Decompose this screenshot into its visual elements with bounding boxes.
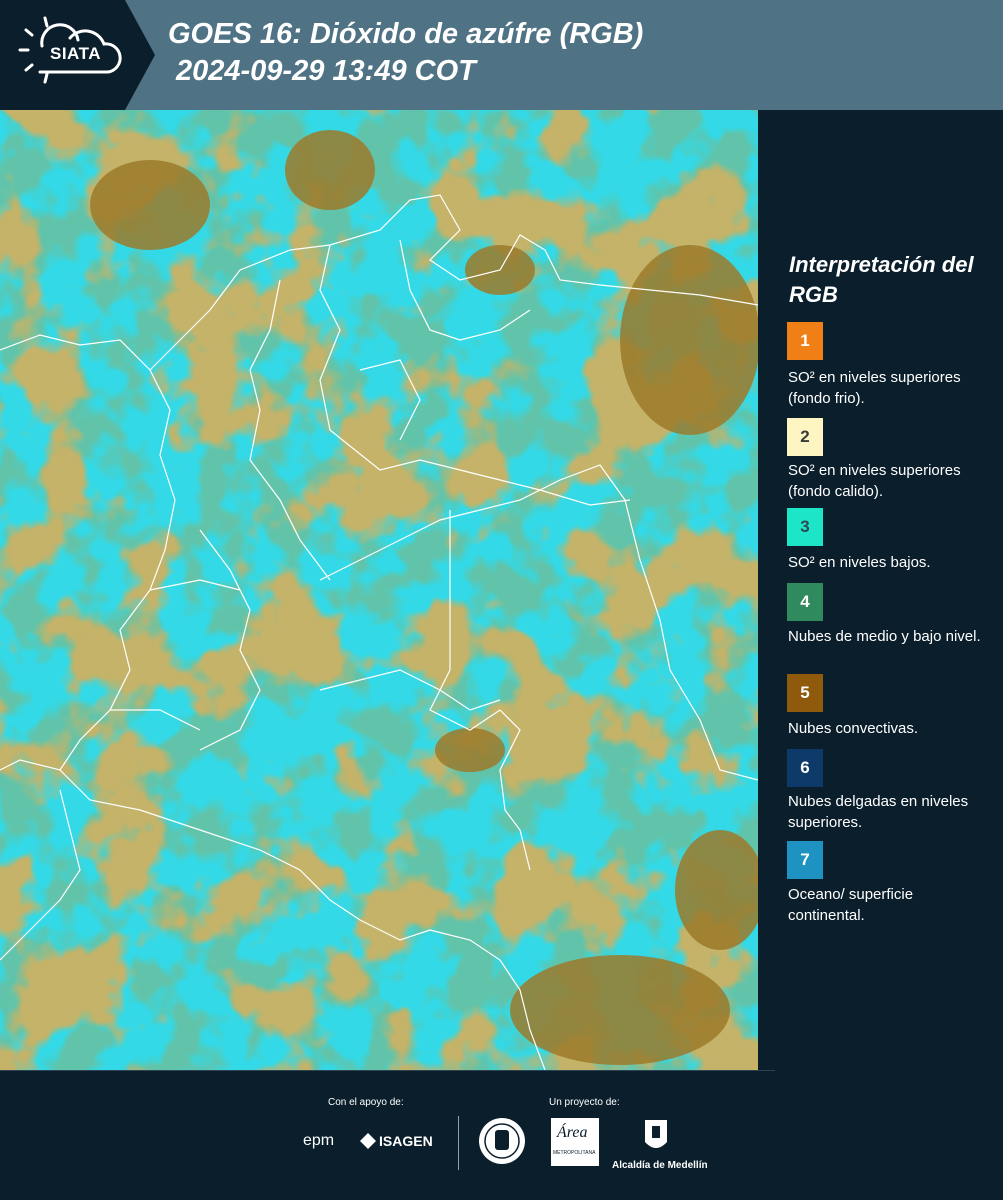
footer-divider <box>0 1070 775 1071</box>
legend-swatch-5: 5 <box>787 674 823 712</box>
legend-label-3: SO² en niveles bajos. <box>788 554 931 571</box>
legend-swatch-7: 7 <box>787 841 823 879</box>
legend-number: 2 <box>800 427 810 446</box>
alcaldia-label: Alcaldía de Medellín <box>612 1160 708 1171</box>
legend-label-6: Nubes delgadas en niveles superiores. <box>788 793 969 831</box>
alcaldia-shield-icon <box>643 1116 669 1156</box>
legend-swatch-6: 6 <box>787 749 823 787</box>
title-line-2: 2024-09-29 13:49 COT <box>176 55 476 87</box>
header-bar: SIATA GOES 16: Dióxido de azúfre (RGB) 2… <box>0 0 1003 110</box>
siata-logo: SIATA <box>0 0 155 110</box>
legend-title: Interpretación del RGB <box>789 252 974 307</box>
isagen-mark-icon <box>360 1133 376 1149</box>
support-label: Con el apoyo de: <box>328 1097 404 1108</box>
legend-number: 3 <box>800 517 810 536</box>
project-label: Un proyecto de: <box>549 1097 620 1108</box>
legend-swatch-4: 4 <box>787 583 823 621</box>
footer-separator <box>458 1116 459 1170</box>
legend-swatch-3: 3 <box>787 508 823 546</box>
area-logo-sub: METROPOLITANA <box>553 1150 596 1156</box>
legend-label-5: Nubes convectivas. <box>788 720 919 737</box>
legend-label-4: Nubes de medio y bajo nivel. <box>788 628 981 645</box>
legend-swatch-2: 2 <box>787 418 823 456</box>
satellite-map <box>0 110 758 1070</box>
area-logo-text: Área <box>557 1124 588 1141</box>
epm-logo: epm <box>303 1132 335 1149</box>
isagen-logo: ISAGEN <box>379 1133 433 1149</box>
legend-number: 6 <box>800 758 810 777</box>
legend-swatch-1: 1 <box>787 322 823 360</box>
legend-number: 7 <box>800 850 810 869</box>
legend-label-7: Oceano/ superficie continental. <box>788 886 914 924</box>
legend-label-1: SO² en niveles superiores (fondo frio). <box>788 369 961 407</box>
area-metropolitana-logo: Área METROPOLITANA <box>551 1118 599 1166</box>
legend-panel: Interpretación del RGB 1 SO² en niveles … <box>758 110 1003 1070</box>
footer: Con el apoyo de: Un proyecto de: epm ISA… <box>0 1070 1003 1200</box>
legend-number: 4 <box>800 592 810 611</box>
legend-number: 5 <box>800 683 810 702</box>
page-title: GOES 16: Dióxido de azúfre (RGB) 2024-09… <box>168 16 643 90</box>
medellin-seal-icon <box>478 1116 526 1166</box>
legend-number: 1 <box>800 331 810 350</box>
title-line-1: GOES 16: Dióxido de azúfre (RGB) <box>168 18 644 50</box>
satellite-image <box>0 110 758 1070</box>
logo-text: SIATA <box>50 44 101 63</box>
legend-label-2: SO² en niveles superiores (fondo calido)… <box>788 462 961 500</box>
